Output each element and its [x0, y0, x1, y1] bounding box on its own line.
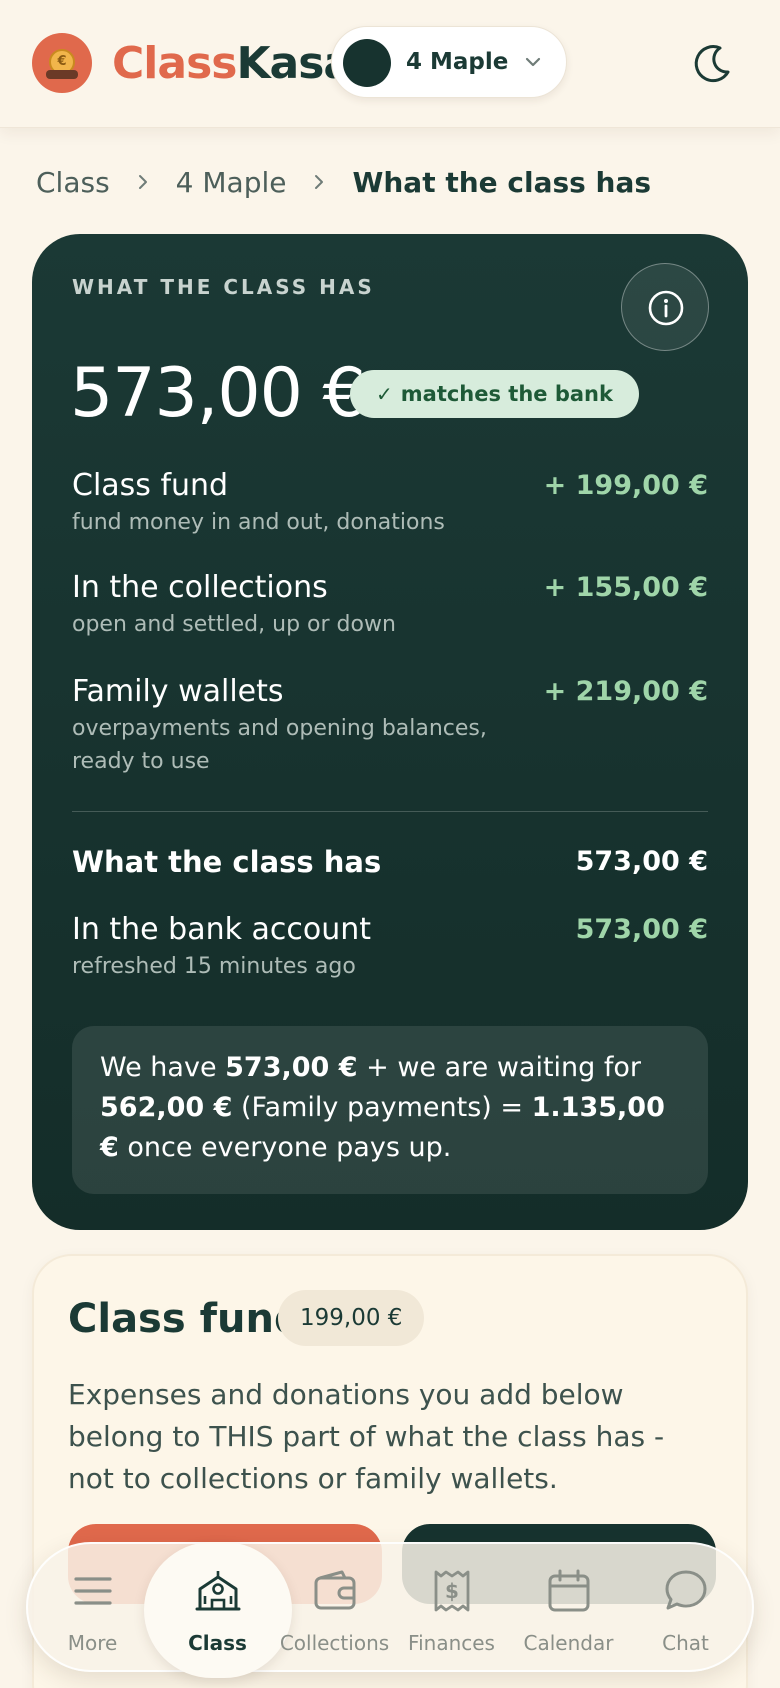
- nav-label: Calendar: [523, 1631, 614, 1655]
- note-amount-waiting: 562,00 €: [100, 1092, 233, 1123]
- breadcrumb-current: What the class has: [352, 165, 652, 199]
- row-value: + 219,00 €: [543, 676, 708, 707]
- chat-icon: [665, 1570, 707, 1610]
- info-icon: [648, 290, 684, 326]
- brand-name[interactable]: ClassKasa: [112, 36, 353, 92]
- bottom-nav: More Class Collections $ Finances Calend…: [26, 1542, 754, 1678]
- chevron-down-icon: [525, 57, 541, 67]
- note-text: once everyone pays up.: [118, 1132, 452, 1163]
- nav-more[interactable]: More: [34, 1544, 151, 1674]
- chevron-right-icon: [138, 175, 147, 189]
- class-avatar: [343, 39, 391, 87]
- nav-label: Collections: [279, 1631, 390, 1655]
- bank-value: 573,00 €: [575, 914, 708, 945]
- brand-part-1: Class: [112, 38, 237, 89]
- nav-label: Finances: [408, 1631, 495, 1655]
- nav-finances[interactable]: $ Finances: [393, 1544, 510, 1674]
- nav-class[interactable]: Class: [159, 1544, 276, 1674]
- divider: [72, 811, 708, 812]
- class-fund-description: Expenses and donations you add below bel…: [68, 1378, 665, 1495]
- bank-refreshed: refreshed 15 minutes ago: [72, 954, 356, 979]
- projection-note: We have 573,00 € + we are waiting for 56…: [72, 1026, 708, 1194]
- row-sub: overpayments and opening balances, ready…: [72, 716, 487, 774]
- overview-card: WHAT THE CLASS HAS 573,00 € ✓ matches th…: [32, 234, 748, 1230]
- breadcrumb: Class 4 Maple What the class has: [36, 162, 651, 202]
- note-amount-have: 573,00 €: [225, 1052, 358, 1083]
- overview-eyebrow: WHAT THE CLASS HAS: [72, 275, 375, 299]
- row-value: + 155,00 €: [543, 572, 708, 603]
- row-sub: fund money in and out, donations: [72, 510, 445, 535]
- nav-label: Class: [188, 1631, 247, 1655]
- summary-row: What the class has 573,00 €: [72, 844, 708, 880]
- class-fund-title: Class fund: [68, 1296, 303, 1342]
- nav-label: More: [67, 1631, 118, 1655]
- breakdown-row-collections: In the collections open and settled, up …: [72, 570, 708, 641]
- breadcrumb-class-name[interactable]: 4 Maple: [176, 166, 287, 199]
- receipt-icon: $: [434, 1570, 470, 1612]
- row-sub: open and settled, up or down: [72, 612, 396, 637]
- class-selector-label: 4 Maple: [406, 49, 509, 75]
- info-button[interactable]: [621, 263, 709, 351]
- breakdown-row-family-wallets: Family wallets overpayments and opening …: [72, 674, 708, 778]
- app-header: € ClassKasa 4 Maple: [0, 0, 780, 128]
- nav-calendar[interactable]: Calendar: [510, 1544, 627, 1674]
- summary-value: 573,00 €: [575, 846, 708, 877]
- menu-icon: [74, 1577, 112, 1605]
- wallet-icon: [314, 1570, 356, 1610]
- svg-text:$: $: [445, 1579, 459, 1603]
- logo-icon[interactable]: €: [32, 33, 92, 93]
- class-selector[interactable]: 4 Maple: [331, 26, 567, 98]
- row-value: + 199,00 €: [543, 470, 708, 501]
- nav-collections[interactable]: Collections: [276, 1544, 393, 1674]
- moon-icon[interactable]: [690, 42, 734, 86]
- note-text: + we are waiting for: [357, 1052, 642, 1083]
- page: € ClassKasa 4 Maple Class 4 Maple What t…: [0, 0, 780, 1688]
- overview-total: 573,00 €: [70, 354, 366, 433]
- breadcrumb-class[interactable]: Class: [36, 166, 110, 199]
- breakdown-row-class-fund: Class fund fund money in and out, donati…: [72, 468, 708, 539]
- status-badge: ✓ matches the bank: [350, 370, 639, 418]
- nav-label: Chat: [662, 1631, 709, 1655]
- status-badge-label: matches the bank: [400, 382, 613, 406]
- chevron-right-icon: [315, 175, 324, 189]
- check-icon: ✓: [376, 382, 393, 406]
- nav-chat[interactable]: Chat: [627, 1544, 744, 1674]
- note-text: (Family payments) =: [232, 1092, 532, 1123]
- school-icon: [195, 1571, 241, 1611]
- class-fund-amount: 199,00 €: [278, 1290, 425, 1346]
- calendar-icon: [548, 1569, 590, 1612]
- note-text: We have: [100, 1052, 226, 1083]
- bank-row: In the bank account refreshed 15 minutes…: [72, 912, 708, 983]
